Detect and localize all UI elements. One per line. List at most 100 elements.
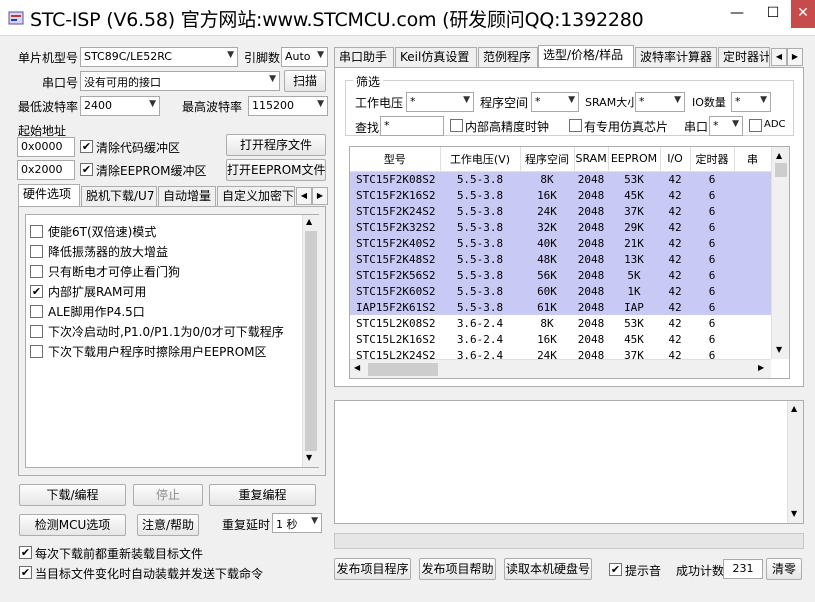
tab-auto-increment[interactable]: 自动增量	[158, 186, 216, 206]
scroll-down-icon[interactable]: ▼	[306, 453, 312, 462]
table-row[interactable]: STC15L2K08S2 3.6-2.4 8K 2048 53K 42 6	[350, 315, 771, 331]
table-vertical-scrollbar[interactable]: ▲ ▼	[771, 147, 789, 359]
hp-clock-checkbox[interactable]	[450, 119, 463, 132]
code-address-input[interactable]: 0x0000	[17, 137, 75, 157]
tab-offline-download[interactable]: 脱机下载/U7	[81, 186, 157, 206]
open-eeprom-button[interactable]: 打开EEPROM文件	[226, 159, 326, 181]
voltage-select[interactable]: * ▼	[406, 92, 474, 112]
option-checkbox[interactable]	[30, 225, 43, 238]
table-row[interactable]: STC15F2K24S2 5.5-3.8 24K 2048 37K 42 6	[350, 203, 771, 219]
output-log-area[interactable]: ▲ ▼	[334, 400, 804, 524]
column-header[interactable]: 程序空间	[520, 147, 575, 172]
tab-timer-calculator[interactable]: 定时器计	[718, 47, 770, 67]
clear-eeprom-checkbox[interactable]: ✔	[80, 163, 93, 176]
scroll-down-icon[interactable]: ▼	[791, 509, 797, 518]
uart-select[interactable]: * ▼	[709, 116, 743, 136]
table-cell: 16K	[520, 187, 574, 203]
detect-mcu-button[interactable]: 检测MCU选项	[19, 514, 126, 536]
tab-keil-emulation[interactable]: Keil仿真设置	[395, 47, 477, 67]
clear-count-button[interactable]: 清零	[766, 558, 802, 580]
hscrollbar-thumb[interactable]	[368, 363, 438, 376]
serial-port-select[interactable]: 没有可用的接口 ▼	[80, 71, 280, 91]
stop-button[interactable]: 停止	[133, 484, 203, 506]
tab-baud-calculator[interactable]: 波特率计算器	[635, 47, 717, 67]
repeat-delay-select[interactable]: 1 秒 ▼	[272, 513, 322, 533]
table-cell: STC15L2K08S2	[356, 316, 436, 330]
scrollbar-thumb[interactable]	[775, 163, 787, 177]
repeat-program-button[interactable]: 重复编程	[209, 484, 316, 506]
maximize-button[interactable]: ☐	[756, 0, 790, 28]
table-row[interactable]: STC15F2K48S2 5.5-3.8 48K 2048 13K 42 6	[350, 251, 771, 267]
column-header[interactable]: SRAM	[574, 147, 609, 172]
tab-scroll-left-icon[interactable]: ◀	[771, 48, 787, 66]
program-space-select[interactable]: * ▼	[531, 92, 579, 112]
table-row[interactable]: STC15F2K16S2 5.5-3.8 16K 2048 45K 42 6	[350, 187, 771, 203]
column-header[interactable]: 工作电压(V)	[440, 147, 521, 172]
table-row[interactable]: STC15F2K32S2 5.5-3.8 32K 2048 29K 42 6	[350, 219, 771, 235]
table-row[interactable]: IAP15F2K61S2 5.5-3.8 61K 2048 IAP 42 6	[350, 299, 771, 315]
option-checkbox[interactable]	[30, 305, 43, 318]
scroll-right-icon[interactable]: ▶	[758, 363, 764, 372]
search-input[interactable]: *	[380, 116, 444, 136]
min-baud-select[interactable]: 2400 ▼	[80, 96, 160, 116]
emu-chip-checkbox[interactable]	[569, 119, 582, 132]
scroll-up-icon[interactable]: ▲	[306, 217, 312, 226]
scan-button[interactable]: 扫描	[284, 70, 326, 92]
option-checkbox[interactable]	[30, 265, 43, 278]
table-cell: 42	[660, 267, 690, 283]
column-header[interactable]: EEPROM	[608, 147, 661, 172]
scroll-up-icon[interactable]: ▲	[791, 404, 797, 413]
notice-help-button[interactable]: 注意/帮助	[137, 514, 199, 536]
chevron-down-icon: ▼	[760, 95, 767, 105]
publish-help-button[interactable]: 发布项目帮助	[419, 558, 496, 580]
prompt-sound-checkbox[interactable]: ✔	[609, 563, 622, 576]
eeprom-address-input[interactable]: 0x2000	[17, 160, 75, 180]
tab-scroll-left-icon[interactable]: ◀	[296, 187, 312, 205]
pin-count-select[interactable]: Auto ▼	[281, 47, 328, 67]
close-button[interactable]: ✕	[791, 0, 815, 28]
log-scrollbar[interactable]: ▲ ▼	[787, 401, 803, 523]
column-header[interactable]: 定时器	[690, 147, 735, 172]
tab-scroll-right-icon[interactable]: ▶	[787, 48, 803, 66]
table-cell: 42	[660, 171, 690, 187]
tab-scroll-right-icon[interactable]: ▶	[312, 187, 328, 205]
tab-serial-assistant[interactable]: 串口助手	[334, 47, 394, 67]
mcu-type-select[interactable]: STC89C/LE52RC ▼	[80, 47, 238, 67]
table-cell: 2048	[574, 187, 608, 203]
publish-program-button[interactable]: 发布项目程序	[334, 558, 411, 580]
option-checkbox[interactable]	[30, 345, 43, 358]
auto-load-checkbox[interactable]: ✔	[19, 566, 32, 579]
filter-title: 筛选	[353, 73, 384, 90]
scroll-left-icon[interactable]: ◀	[354, 363, 360, 372]
max-baud-select[interactable]: 115200 ▼	[248, 96, 328, 116]
column-header[interactable]: 串	[734, 147, 772, 172]
option-checkbox[interactable]	[30, 325, 43, 338]
tab-hardware-options[interactable]: 硬件选项	[18, 184, 80, 206]
column-header[interactable]: I/O	[660, 147, 691, 172]
read-disk-serial-button[interactable]: 读取本机硬盘号	[504, 558, 592, 580]
column-header[interactable]: 型号	[350, 147, 441, 172]
tab-selection-price[interactable]: 选型/价格/样品	[538, 45, 634, 67]
clear-code-checkbox[interactable]: ✔	[80, 140, 93, 153]
table-row[interactable]: STC15F2K08S2 5.5-3.8 8K 2048 53K 42 6	[350, 171, 771, 187]
scroll-up-icon[interactable]: ▲	[776, 151, 782, 160]
table-row[interactable]: STC15L2K16S2 3.6-2.4 16K 2048 45K 42 6	[350, 331, 771, 347]
open-program-button[interactable]: 打开程序文件	[226, 134, 326, 156]
reload-checkbox[interactable]: ✔	[19, 546, 32, 559]
adc-checkbox[interactable]	[749, 119, 762, 132]
table-horizontal-scrollbar[interactable]: ◀ ▶	[350, 359, 771, 378]
sram-size-select[interactable]: * ▼	[635, 92, 685, 112]
scrollbar-thumb[interactable]	[305, 231, 317, 451]
tab-example-programs[interactable]: 范例程序	[478, 47, 538, 67]
tab-custom-encrypt[interactable]: 自定义加密下	[217, 186, 295, 206]
options-scrollbar[interactable]: ▲ ▼	[302, 215, 319, 467]
table-row[interactable]: STC15F2K60S2 5.5-3.8 60K 2048 1K 42 6	[350, 283, 771, 299]
table-row[interactable]: STC15F2K56S2 5.5-3.8 56K 2048 5K 42 6	[350, 267, 771, 283]
option-checkbox[interactable]	[30, 245, 43, 258]
download-program-button[interactable]: 下载/编程	[19, 484, 126, 506]
table-row[interactable]: STC15F2K40S2 5.5-3.8 40K 2048 21K 42 6	[350, 235, 771, 251]
scroll-down-icon[interactable]: ▼	[776, 345, 782, 354]
option-checkbox[interactable]: ✔	[30, 285, 43, 298]
minimize-button[interactable]: —	[720, 0, 754, 28]
io-count-select[interactable]: * ▼	[731, 92, 771, 112]
